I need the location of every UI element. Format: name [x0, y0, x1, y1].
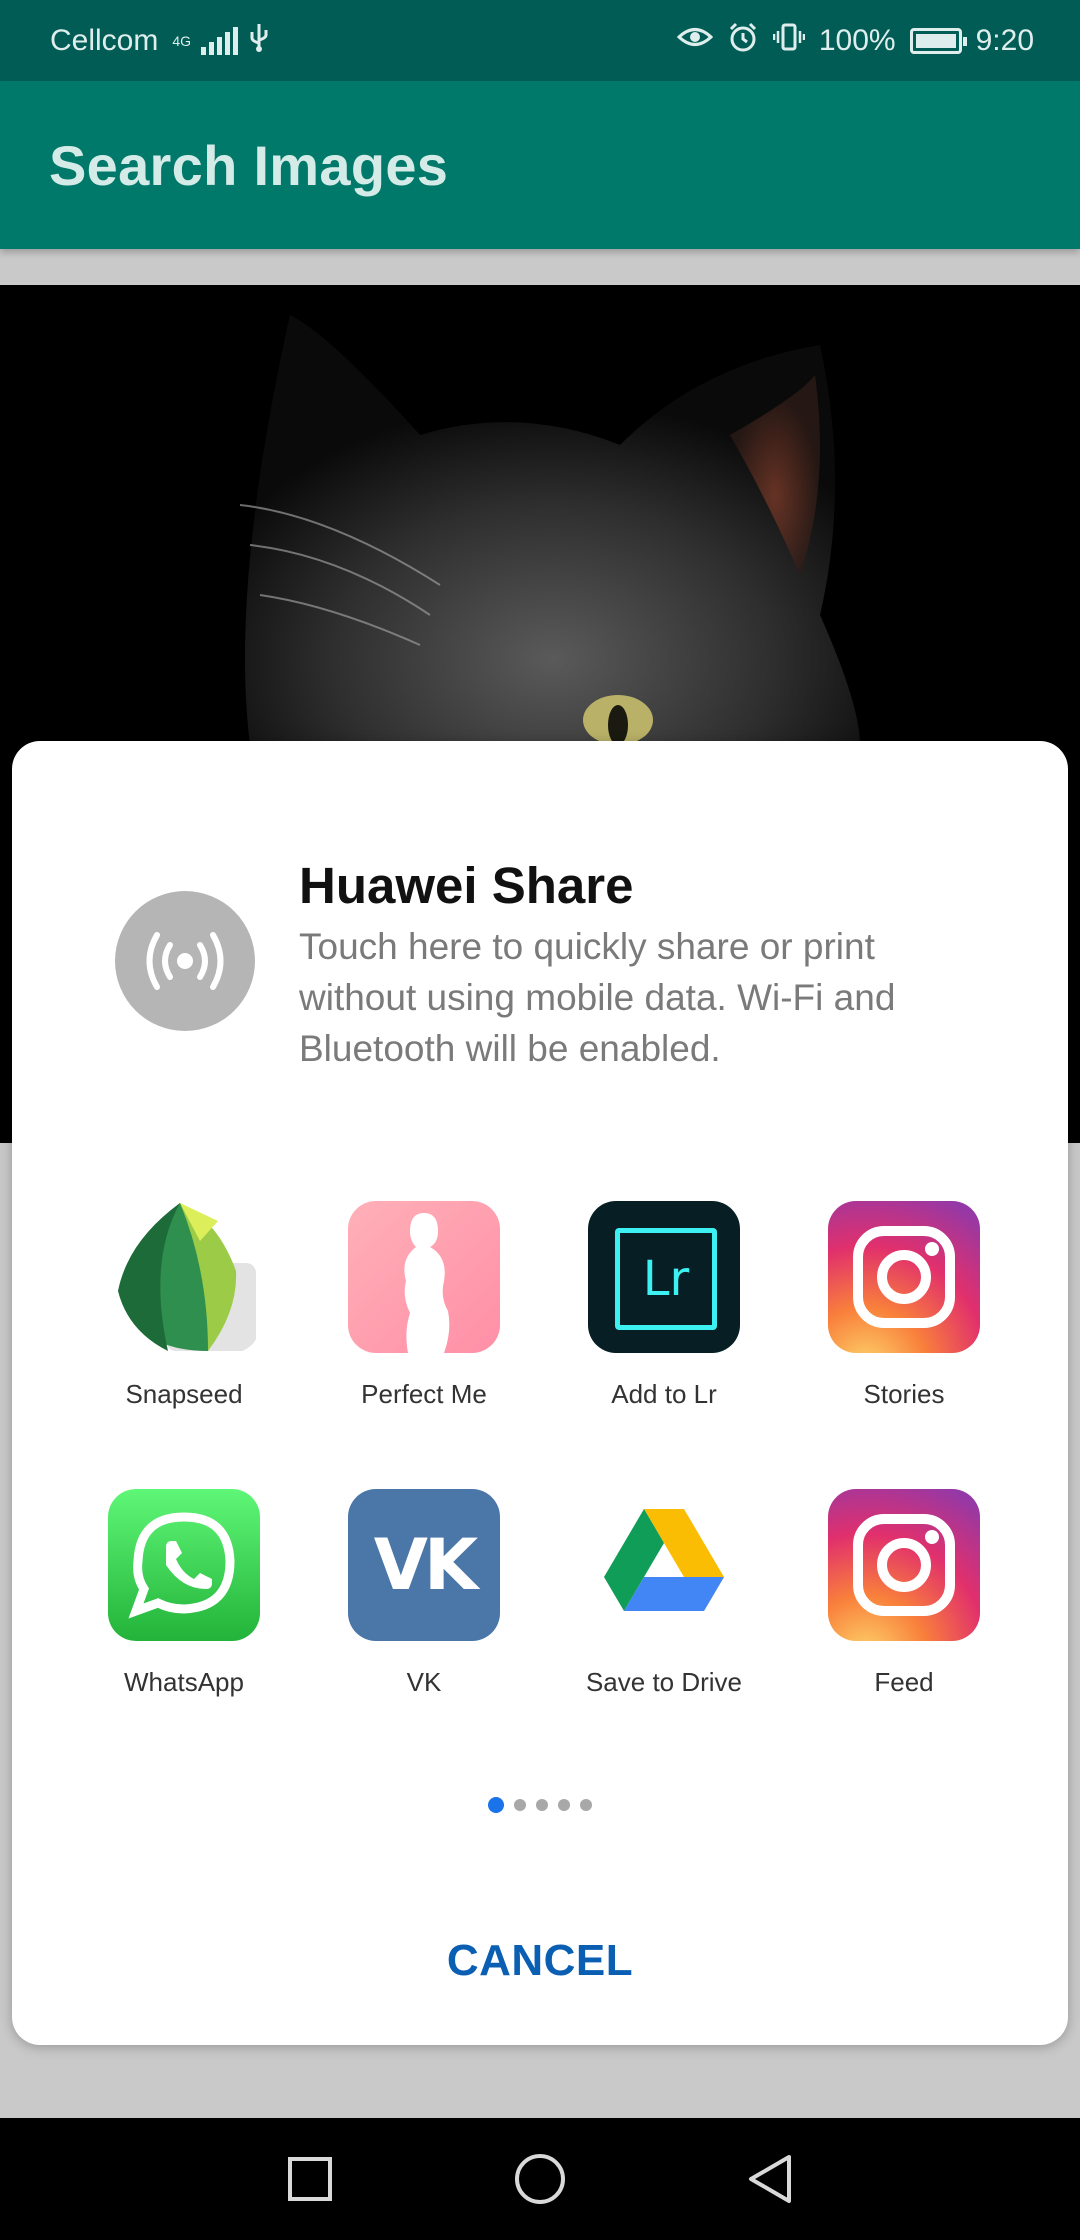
share-app-grid: Snapseed Perfect Me Lr Add to Lr Stories…	[12, 1201, 1068, 1777]
vk-icon: VK	[348, 1489, 500, 1641]
page-dot[interactable]	[558, 1799, 570, 1811]
page-title: Search Images	[49, 133, 449, 197]
clock: 9:20	[975, 23, 1034, 57]
share-target-label: Stories	[863, 1379, 945, 1409]
whatsapp-icon	[108, 1489, 260, 1641]
battery-percent: 100%	[818, 23, 896, 57]
huawei-share-title[interactable]: Huawei Share	[299, 856, 633, 915]
eye-comfort-icon	[676, 24, 714, 58]
share-target-whatsapp[interactable]: WhatsApp	[64, 1489, 304, 1698]
share-target-label: Feed	[874, 1667, 934, 1697]
vk-mark: VK	[373, 1524, 478, 1606]
page-dot[interactable]	[580, 1799, 592, 1811]
square-icon	[288, 2157, 332, 2201]
signal-icon	[201, 26, 239, 55]
status-bar-left: Cellcom 4G	[50, 22, 270, 60]
share-target-add-to-lr[interactable]: Lr Add to Lr	[544, 1201, 784, 1410]
back-button[interactable]	[710, 2118, 830, 2240]
cancel-button[interactable]: CANCEL	[390, 1921, 690, 2001]
page-indicator	[12, 1797, 1068, 1813]
share-sheet: Huawei Share Touch here to quickly share…	[12, 741, 1068, 2045]
snapseed-icon	[108, 1201, 260, 1353]
google-drive-icon	[588, 1489, 740, 1641]
share-target-label: VK	[406, 1667, 442, 1697]
share-target-vk[interactable]: VK VK	[304, 1489, 544, 1698]
instagram-icon	[828, 1489, 980, 1641]
carrier-label: Cellcom	[50, 23, 159, 57]
alarm-icon	[727, 21, 759, 61]
battery-icon	[909, 27, 967, 54]
vibrate-icon	[772, 21, 806, 61]
share-target-snapseed[interactable]: Snapseed	[64, 1201, 304, 1410]
share-target-feed[interactable]: Feed	[784, 1489, 1024, 1698]
share-target-label: Perfect Me	[361, 1379, 487, 1409]
page-dot[interactable]	[536, 1799, 548, 1811]
circle-icon	[515, 2154, 565, 2204]
network-type-label: 4G	[172, 32, 192, 49]
lightroom-icon: Lr	[588, 1201, 740, 1353]
status-bar: Cellcom 4G 100% 9:20	[0, 0, 1080, 81]
broadcast-icon[interactable]	[115, 891, 255, 1031]
app-bar: Search Images	[0, 81, 1080, 249]
share-target-label: Add to Lr	[611, 1379, 717, 1409]
share-target-label: WhatsApp	[124, 1667, 244, 1697]
status-bar-right: 100% 9:20	[676, 21, 1034, 61]
instagram-icon	[828, 1201, 980, 1353]
share-target-label: Save to Drive	[585, 1667, 743, 1697]
share-app-row: WhatsApp VK VK Save to Drive Feed	[12, 1489, 1068, 1777]
page-dot-active[interactable]	[488, 1797, 504, 1813]
perfect-me-icon	[348, 1201, 500, 1353]
home-button[interactable]	[480, 2118, 600, 2240]
share-target-save-to-drive[interactable]: Save to Drive	[544, 1489, 784, 1698]
share-app-row: Snapseed Perfect Me Lr Add to Lr Stories	[12, 1201, 1068, 1489]
share-target-stories[interactable]: Stories	[784, 1201, 1024, 1410]
huawei-share-description[interactable]: Touch here to quickly share or print wit…	[299, 921, 999, 1074]
recents-button[interactable]	[250, 2118, 370, 2240]
back-triangle-icon	[749, 2155, 791, 2203]
navigation-bar	[0, 2118, 1080, 2240]
page-dot[interactable]	[514, 1799, 526, 1811]
share-target-label: Snapseed	[125, 1379, 243, 1409]
lightroom-mark: Lr	[615, 1228, 717, 1330]
usb-icon	[248, 22, 270, 60]
share-target-perfect-me[interactable]: Perfect Me	[304, 1201, 544, 1410]
